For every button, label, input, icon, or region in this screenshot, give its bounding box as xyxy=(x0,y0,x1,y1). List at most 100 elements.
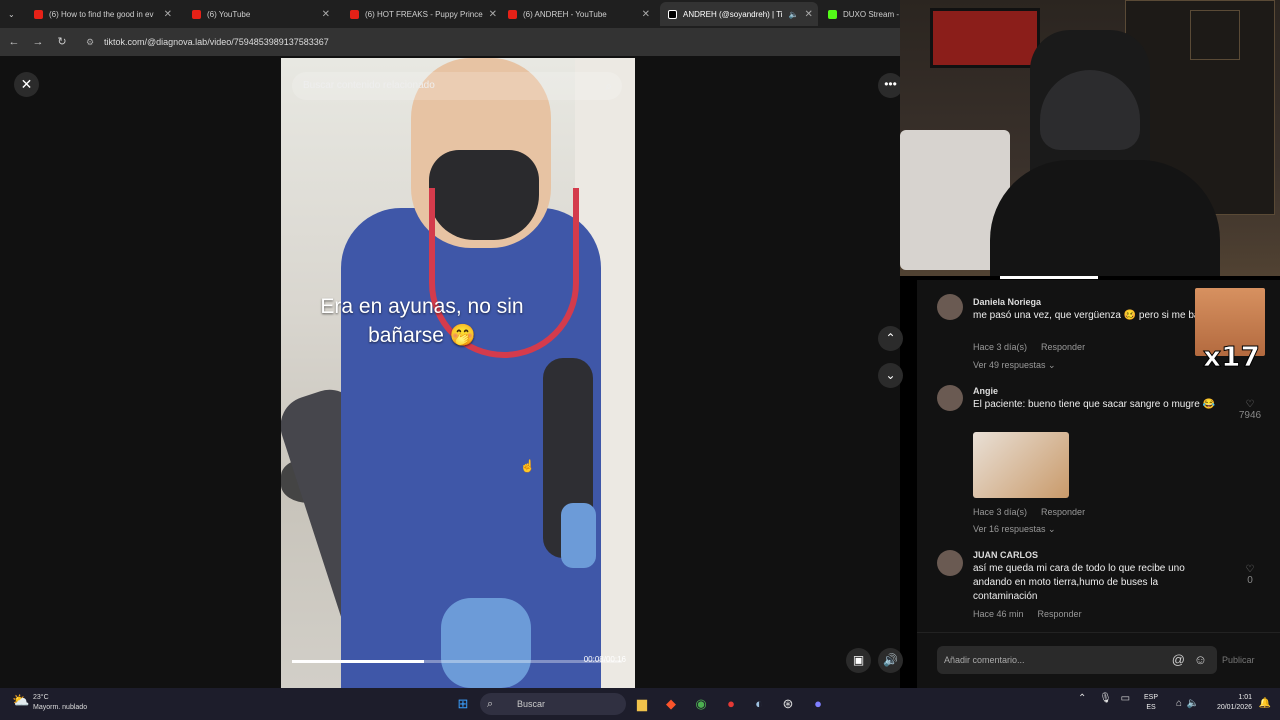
video-frame-glove xyxy=(441,598,531,688)
close-icon[interactable]: ✕ xyxy=(489,9,496,20)
language-code: ESP xyxy=(1144,694,1159,701)
taskbar-clock[interactable]: 1:01 20/01/2026 xyxy=(1206,693,1252,713)
kick-icon xyxy=(828,9,837,19)
opera-icon[interactable]: ● xyxy=(720,693,742,715)
forward-arrow-icon[interactable]: → xyxy=(30,34,46,50)
tab-list-button[interactable]: ⌄ xyxy=(0,2,26,26)
heart-icon: ♡ xyxy=(1245,399,1255,410)
close-icon[interactable]: ✕ xyxy=(164,9,172,20)
comment-meta: Hace 3 día(s) Responder xyxy=(973,507,1099,517)
close-icon[interactable]: ✕ xyxy=(642,9,650,20)
publish-button[interactable]: Publicar xyxy=(1222,655,1255,665)
webcam-overlay xyxy=(900,0,1280,276)
close-icon[interactable]: ✕ xyxy=(805,9,813,20)
comment-meta: Hace 46 min Responder xyxy=(973,609,1096,619)
mouse-cursor-icon: ☝ xyxy=(520,459,535,473)
brave-icon[interactable]: ◆ xyxy=(660,693,682,715)
like-button[interactable]: ♡ 0 xyxy=(1233,564,1267,586)
related-search-input[interactable]: Buscar contenido relacionado ⌕ xyxy=(292,72,622,100)
comment-text: así me queda mi cara de todo lo que reci… xyxy=(973,563,1185,602)
browser-tab[interactable]: (6) ANDREH - YouTube ✕ xyxy=(500,2,658,26)
speaker-icon[interactable]: 🔈 xyxy=(1182,693,1204,715)
tiktok-icon xyxy=(668,9,677,19)
discord-icon[interactable]: ● xyxy=(807,693,829,715)
avatar[interactable] xyxy=(937,385,963,411)
close-icon[interactable]: ✕ xyxy=(322,9,330,20)
comment-input[interactable]: Añadir comentario... @ ☺ xyxy=(937,646,1217,674)
speaker-icon[interactable]: 🔈 xyxy=(789,10,799,19)
comment-gif-image[interactable] xyxy=(973,432,1069,498)
search-placeholder: Buscar contenido relacionado xyxy=(303,80,435,91)
chevron-down-icon[interactable]: ⌄ xyxy=(878,363,903,388)
site-settings-icon[interactable]: ⚙ xyxy=(86,34,94,50)
chevron-down-icon: ⌄ xyxy=(8,9,15,19)
browser-tab[interactable]: (6) How to find the good in ev ✕ xyxy=(26,2,180,26)
clock-time: 1:01 xyxy=(1238,694,1252,701)
webcam-person xyxy=(990,160,1220,276)
mention-icon[interactable]: @ xyxy=(1172,646,1185,674)
like-count: 7946 xyxy=(1238,410,1262,421)
comment-time: Hace 3 día(s) xyxy=(973,342,1028,352)
video-frame-glove xyxy=(561,503,596,568)
youtube-icon xyxy=(192,9,201,19)
video-player[interactable] xyxy=(281,58,635,688)
weather-desc: Mayorm. nublado xyxy=(33,704,88,711)
browser-tab-bar: ⌄ (6) How to find the good in ev ✕ (6) Yo… xyxy=(0,0,900,28)
chrome-icon[interactable]: ◉ xyxy=(690,693,712,715)
emoji-icon[interactable]: ☺ xyxy=(1194,646,1207,674)
browser-tab[interactable]: DUXO Stream - xyxy=(820,2,900,26)
like-button[interactable]: ♡ 7946 xyxy=(1233,399,1267,421)
tab-label: (6) YouTube xyxy=(207,9,251,19)
youtube-icon xyxy=(34,9,43,19)
comment-time: Hace 3 día(s) xyxy=(973,507,1028,517)
steam-icon[interactable]: ◐ xyxy=(748,693,770,715)
browser-tab[interactable]: (6) YouTube ✕ xyxy=(184,2,338,26)
app-icon[interactable]: ⊛ xyxy=(777,693,799,715)
comment-time: Hace 46 min xyxy=(973,609,1024,619)
language-indicator[interactable]: ESP ES xyxy=(1144,693,1158,713)
back-arrow-icon[interactable]: ← xyxy=(6,34,22,50)
reply-link[interactable]: Responder xyxy=(1041,507,1085,517)
youtube-icon xyxy=(508,9,517,19)
browser-tab-active[interactable]: ANDREH (@soyandreh) | Ti 🔈 ✕ xyxy=(660,2,818,26)
avatar[interactable] xyxy=(937,550,963,576)
comment-author[interactable]: JUAN CARLOS xyxy=(973,550,1038,560)
tab-label: (6) ANDREH - YouTube xyxy=(523,9,607,19)
reply-link[interactable]: Responder xyxy=(1041,342,1085,352)
chevron-up-icon[interactable]: ⌃ xyxy=(1078,693,1086,704)
comment-text: me pasó una vez, que vergüenza 🥴 pero si… xyxy=(973,310,1211,321)
sticker-multiplier: x17 xyxy=(1202,340,1261,374)
microphone-icon[interactable]: 🎙 xyxy=(1099,693,1112,704)
browser-tab[interactable]: (6) HOT FREAKS - Puppy Prince ✕ xyxy=(342,2,496,26)
address-bar-row: ← → ↻ ⚙ tiktok.com/@diagnova.lab/video/7… xyxy=(0,28,900,56)
file-explorer-icon[interactable]: ▆ xyxy=(631,693,653,715)
url-field[interactable]: ⚙ tiktok.com/@diagnova.lab/video/7594853… xyxy=(84,34,884,50)
taskbar-search-label: Buscar xyxy=(517,699,546,709)
pip-icon[interactable]: ▣ xyxy=(846,648,871,673)
webcam-screen xyxy=(930,8,1040,68)
comment-author[interactable]: Daniela Noriega xyxy=(973,297,1041,307)
comment-author[interactable]: Angie xyxy=(973,386,998,396)
notification-icon[interactable]: 🔔 xyxy=(1254,693,1276,715)
reply-link[interactable]: Responder xyxy=(1038,609,1082,619)
view-replies-link[interactable]: Ver 49 respuestas ⌄ xyxy=(973,360,1056,371)
tab-label: (6) HOT FREAKS - Puppy Prince xyxy=(365,9,483,19)
search-icon[interactable]: ⌕ xyxy=(605,72,612,100)
volume-icon[interactable]: 🔊 xyxy=(878,648,903,673)
heart-icon: ♡ xyxy=(1245,564,1255,575)
chevron-up-icon[interactable]: ⌃ xyxy=(878,326,903,351)
device-icon[interactable]: ▭ xyxy=(1121,693,1130,704)
windows-start-icon[interactable]: ⊞ xyxy=(452,693,474,715)
system-tray: ⌃ 🎙 ▭ xyxy=(1078,693,1130,704)
close-icon[interactable]: ✕ xyxy=(14,72,39,97)
reload-icon[interactable]: ↻ xyxy=(54,34,70,50)
tab-label: ANDREH (@soyandreh) | Ti xyxy=(683,9,783,19)
taskbar-search[interactable]: ⌕ Buscar xyxy=(480,693,626,715)
comment-text: El paciente: bueno tiene que sacar sangr… xyxy=(973,399,1216,410)
like-count: 0 xyxy=(1247,575,1253,586)
tab-label: (6) How to find the good in ev xyxy=(49,9,154,19)
cloud-sun-icon: ⛅ xyxy=(12,692,30,708)
youtube-icon xyxy=(350,9,359,19)
view-replies-link[interactable]: Ver 16 respuestas ⌄ xyxy=(973,524,1056,535)
avatar[interactable] xyxy=(937,294,963,320)
